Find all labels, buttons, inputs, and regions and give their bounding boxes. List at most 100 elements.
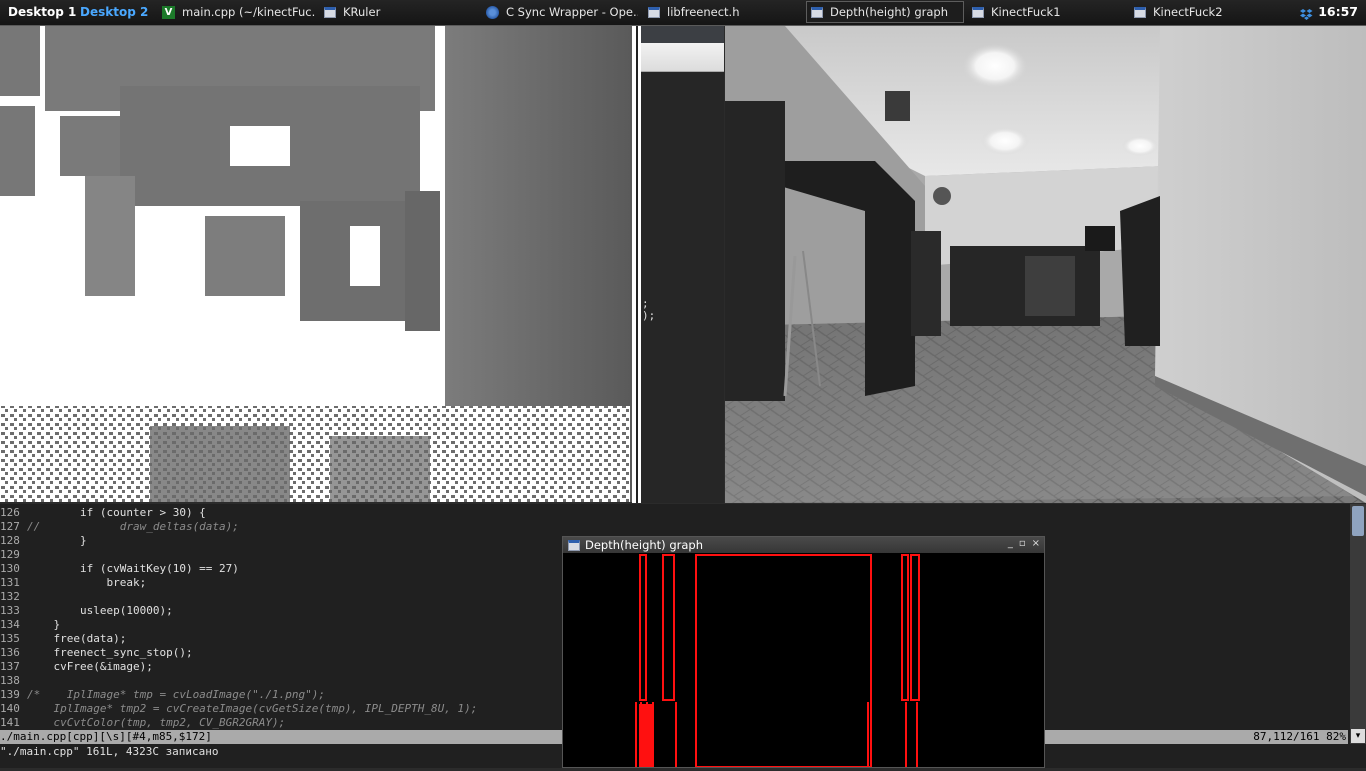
graph-title: Depth(height) graph — [585, 538, 703, 552]
depth-graph-bars — [635, 554, 920, 768]
line-text: } — [27, 618, 61, 631]
code-line[interactable]: 132 — [0, 590, 477, 604]
clock: 16:57 — [1318, 4, 1358, 19]
code-line[interactable]: 134 } — [0, 618, 477, 632]
line-text: free(data); — [27, 632, 127, 645]
line-number: 139 — [0, 688, 20, 701]
code-fragment: ); — [642, 309, 656, 322]
editor-scrollbar[interactable]: ▾ — [1350, 504, 1366, 744]
line-number: 126 — [0, 506, 20, 519]
close-button[interactable]: × — [1032, 538, 1040, 549]
desktop-1-button[interactable]: Desktop 1 — [8, 5, 76, 19]
code-line[interactable]: 139 /* IplImage* tmp = cvLoadImage("./1.p… — [0, 688, 477, 702]
task-label: Depth(height) graph — [830, 5, 948, 19]
code-line[interactable]: 133 usleep(10000); — [0, 604, 477, 618]
scrollbar-thumb[interactable] — [1352, 506, 1364, 536]
status-file-info: ./main.cpp[cpp][\s][#4,m85,$172] — [0, 730, 212, 743]
graph-bar — [695, 554, 872, 768]
window-icon — [972, 6, 984, 18]
window-icon — [648, 6, 660, 18]
taskbar: Desktop 1 Desktop 2 V main.cpp (~/kinect… — [0, 0, 1366, 26]
task-libfreenect[interactable]: libfreenect.h — [648, 1, 804, 23]
line-number: 134 — [0, 618, 20, 631]
graph-fill — [639, 704, 653, 767]
window-icon — [568, 539, 580, 551]
task-label: libfreenect.h — [667, 5, 740, 19]
code-line[interactable]: 140 IplImage* tmp2 = cvCreateImage(cvGet… — [0, 702, 477, 716]
code-line[interactable]: 126 if (counter > 30) { — [0, 506, 477, 520]
window-toolbar — [641, 26, 724, 43]
code-line[interactable]: 127 // draw_deltas(data); — [0, 520, 477, 534]
line-number: 128 — [0, 534, 20, 547]
line-number: 137 — [0, 660, 20, 673]
code-line[interactable]: 130 if (cvWaitKey(10) == 27) — [0, 562, 477, 576]
kinect-rgb-view — [725, 26, 1366, 503]
line-number: 127 — [0, 520, 20, 533]
line-number: 136 — [0, 646, 20, 659]
line-number: 140 — [0, 702, 20, 715]
code-line[interactable]: 131 break; — [0, 576, 477, 590]
code-line[interactable]: 129 — [0, 548, 477, 562]
line-number: 131 — [0, 576, 20, 589]
line-number: 130 — [0, 562, 20, 575]
line-text: usleep(10000); — [27, 604, 173, 617]
scroll-down-arrow-icon[interactable]: ▾ — [1351, 729, 1365, 743]
code-line[interactable]: 137 cvFree(&image); — [0, 660, 477, 674]
code-area[interactable]: 126 if (counter > 30) {127// draw_deltas… — [0, 506, 477, 730]
task-depth-graph[interactable]: Depth(height) graph — [806, 1, 964, 23]
maximize-button[interactable]: ▫ — [1019, 538, 1026, 549]
line-text: cvCvtColor(tmp, tmp2, CV_BGR2GRAY); — [27, 716, 286, 729]
desktop-2-button[interactable]: Desktop 2 — [80, 5, 148, 19]
graph-bar — [662, 554, 675, 701]
line-text: if (cvWaitKey(10) == 27) — [27, 562, 239, 575]
line-number: 141 — [0, 716, 20, 729]
task-label: main.cpp (~/kinectFuc... — [182, 5, 316, 19]
line-number: 133 — [0, 604, 20, 617]
window-icon — [1134, 6, 1146, 18]
depth-graph-window[interactable]: Depth(height) graph _ ▫ × — [562, 536, 1045, 768]
code-line[interactable]: 135 free(data); — [0, 632, 477, 646]
task-label: KRuler — [343, 5, 381, 19]
depth-graph-canvas — [563, 554, 1044, 768]
dropbox-icon[interactable] — [1300, 6, 1313, 20]
line-text: break; — [27, 576, 147, 589]
graph-bar — [901, 554, 909, 701]
graph-bar — [639, 554, 647, 701]
graph-lines — [635, 702, 918, 767]
window-icon — [811, 6, 823, 18]
code-line[interactable]: 141 cvCvtColor(tmp, tmp2, CV_BGR2GRAY); — [0, 716, 477, 730]
code-line[interactable]: 136 freenect_sync_stop(); — [0, 646, 477, 660]
background-window: ; ); — [641, 26, 724, 503]
task-label: C Sync Wrapper - Ope... — [506, 5, 638, 19]
graph-titlebar[interactable]: Depth(height) graph — [563, 537, 1044, 553]
status-position: 87,112/161 82% — [1253, 730, 1346, 743]
line-number: 132 — [0, 590, 20, 603]
line-text: IplImage* tmp2 = cvCreateImage(cvGetSize… — [27, 702, 478, 715]
line-number: 135 — [0, 632, 20, 645]
task-kinectfuck1[interactable]: KinectFuck1 — [972, 1, 1122, 23]
line-text: // draw_deltas(data); — [27, 520, 239, 533]
line-text: cvFree(&image); — [27, 660, 153, 673]
line-number: 129 — [0, 548, 20, 561]
minimize-button[interactable]: _ — [1008, 538, 1013, 549]
line-text: /* IplImage* tmp = cvLoadImage("./1.png"… — [27, 688, 326, 701]
window-icon — [324, 6, 336, 18]
window-tabbar — [641, 43, 724, 72]
browser-icon — [486, 5, 499, 19]
vim-icon: V — [162, 5, 175, 19]
line-number: 138 — [0, 674, 20, 687]
vim-message-line: "./main.cpp" 161L, 4323C записано — [0, 745, 219, 758]
line-text: freenect_sync_stop(); — [27, 646, 193, 659]
task-kinectfuck2[interactable]: KinectFuck2 — [1134, 1, 1284, 23]
task-label: KinectFuck2 — [1153, 5, 1223, 19]
code-line[interactable]: 138 — [0, 674, 477, 688]
task-kruler[interactable]: KRuler — [324, 1, 474, 23]
line-text: } — [27, 534, 87, 547]
code-line[interactable]: 128 } — [0, 534, 477, 548]
task-main-cpp[interactable]: V main.cpp (~/kinectFuc... — [162, 1, 316, 23]
window-divider — [636, 26, 638, 503]
task-label: KinectFuck1 — [991, 5, 1061, 19]
task-browser[interactable]: C Sync Wrapper - Ope... — [486, 1, 638, 23]
line-text: if (counter > 30) { — [27, 506, 206, 519]
kinect-depth-view — [0, 26, 632, 502]
